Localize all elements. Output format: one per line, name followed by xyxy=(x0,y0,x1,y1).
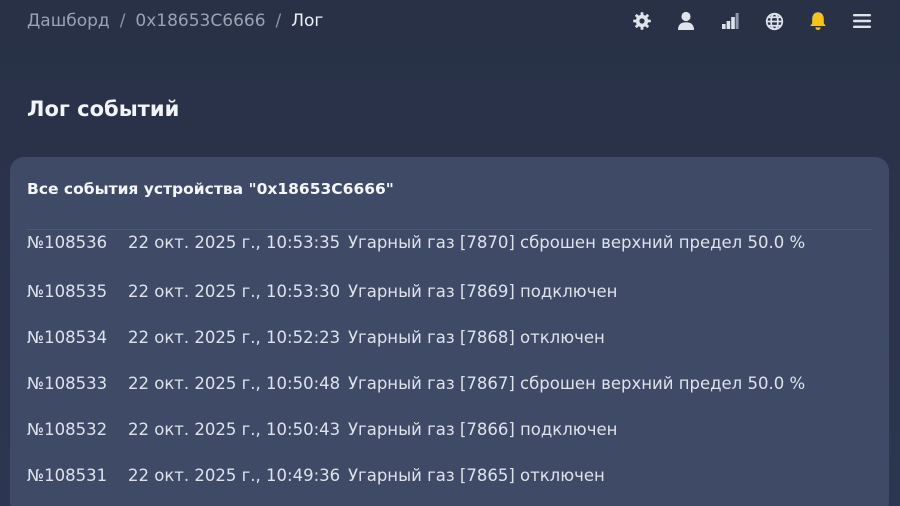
card-title: Все события устройства "0x18653C6666" xyxy=(27,180,394,198)
event-list: №108536 22 окт. 2025 г., 10:53:35 Угарны… xyxy=(27,233,872,498)
breadcrumb-current: Лог xyxy=(291,11,324,31)
notifications-icon[interactable] xyxy=(806,10,830,32)
breadcrumb-dashboard-link[interactable]: Дашборд xyxy=(27,10,110,32)
event-id: №108531 xyxy=(27,465,108,485)
event-id: №108534 xyxy=(27,327,108,347)
event-time: 22 окт. 2025 г., 10:53:35 xyxy=(128,233,341,252)
event-id: №108535 xyxy=(27,281,108,301)
event-id: №108536 xyxy=(27,233,108,252)
header-actions xyxy=(630,10,874,32)
events-card: Все события устройства "0x18653C6666" №1… xyxy=(10,157,889,506)
event-time: 22 окт. 2025 г., 10:52:23 xyxy=(128,327,341,347)
event-message: Угарный газ [7867] сброшен верхний преде… xyxy=(348,373,806,393)
settings-icon[interactable] xyxy=(630,10,654,32)
breadcrumb-device-link[interactable]: 0x18653C6666 xyxy=(135,10,265,32)
breadcrumb-separator: / xyxy=(275,11,282,31)
user-icon[interactable] xyxy=(674,10,698,32)
breadcrumb: Дашборд / 0x18653C6666 / Лог xyxy=(27,10,323,32)
event-row: №108533 22 окт. 2025 г., 10:50:48 Угарны… xyxy=(27,360,872,406)
event-time: 22 окт. 2025 г., 10:53:30 xyxy=(128,281,341,301)
top-bar: Дашборд / 0x18653C6666 / Лог xyxy=(0,0,900,42)
event-time: 22 окт. 2025 г., 10:50:43 xyxy=(128,419,341,439)
divider xyxy=(27,229,872,230)
event-row: №108536 22 окт. 2025 г., 10:53:35 Угарны… xyxy=(27,233,872,258)
event-row: №108531 22 окт. 2025 г., 10:49:36 Угарны… xyxy=(27,452,872,498)
event-row: №108535 22 окт. 2025 г., 10:53:30 Угарны… xyxy=(27,268,872,314)
event-time: 22 окт. 2025 г., 10:49:36 xyxy=(128,465,341,485)
menu-icon[interactable] xyxy=(850,10,874,32)
event-message: Угарный газ [7868] отключен xyxy=(348,327,605,347)
breadcrumb-separator: / xyxy=(119,11,126,31)
stats-icon[interactable] xyxy=(718,10,742,32)
event-id: №108532 xyxy=(27,419,108,439)
page-title: Лог событий xyxy=(27,97,180,121)
language-icon[interactable] xyxy=(762,10,786,32)
event-message: Угарный газ [7865] отключен xyxy=(348,465,605,485)
event-time: 22 окт. 2025 г., 10:50:48 xyxy=(128,373,341,393)
event-message: Угарный газ [7870] сброшен верхний преде… xyxy=(348,233,806,252)
event-message: Угарный газ [7866] подключен xyxy=(348,419,618,439)
event-row: №108532 22 окт. 2025 г., 10:50:43 Угарны… xyxy=(27,406,872,452)
event-message: Угарный газ [7869] подключен xyxy=(348,281,618,301)
event-id: №108533 xyxy=(27,373,108,393)
event-row: №108534 22 окт. 2025 г., 10:52:23 Угарны… xyxy=(27,314,872,360)
